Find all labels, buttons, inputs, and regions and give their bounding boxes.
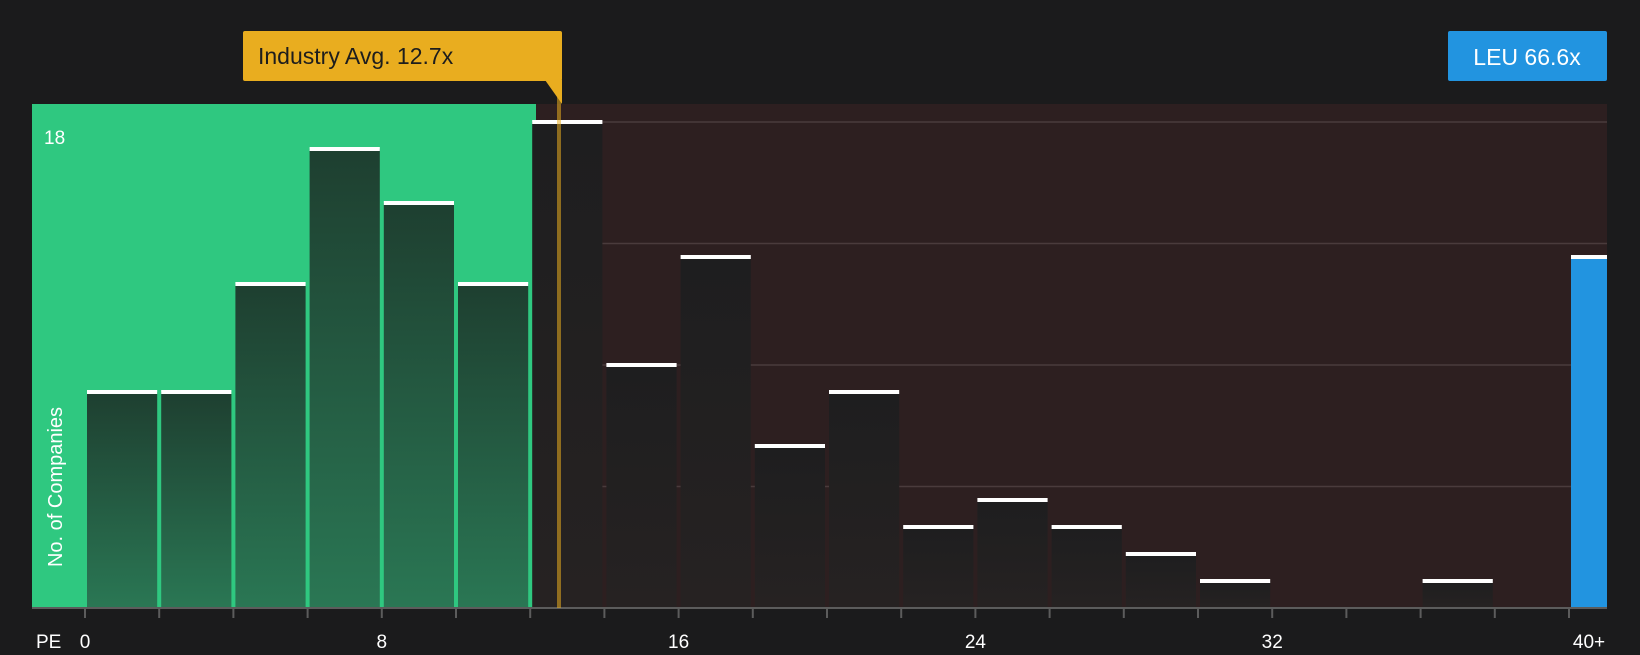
histogram-bar xyxy=(87,392,158,608)
x-tick-label: 0 xyxy=(80,632,91,650)
x-tick-label: 8 xyxy=(377,632,388,650)
industry-average-line xyxy=(557,80,561,608)
histogram-bar-cap xyxy=(977,498,1048,502)
x-ticks xyxy=(84,608,1570,618)
pe-distribution-chart: 18 No. of Companies PE 0 8 16 24 32 40+ Indus… xyxy=(0,0,1640,653)
histogram-bar xyxy=(606,365,677,608)
histogram-bar-cap xyxy=(235,282,306,286)
company-label: LEU 66.6x xyxy=(1473,44,1581,70)
chart-svg: 18 No. of Companies PE 0 8 16 24 32 40+ Indus… xyxy=(32,31,1607,653)
histogram-bar-cap xyxy=(161,390,232,394)
company-bar-cap xyxy=(1571,255,1607,259)
x-tick-label: 40+ xyxy=(1573,632,1605,650)
histogram-bar-cap xyxy=(680,255,751,259)
histogram-bar xyxy=(458,284,529,608)
industry-average-label: Industry Avg. 12.7x xyxy=(258,43,454,69)
histogram-bar-cap xyxy=(754,444,825,448)
histogram-bar xyxy=(754,446,825,608)
y-axis-label: No. of Companies xyxy=(45,407,67,567)
histogram-bar-cap xyxy=(309,147,380,151)
histogram-bar xyxy=(977,500,1048,608)
x-tick-label: 32 xyxy=(1262,632,1283,650)
histogram-bar xyxy=(680,257,751,608)
industry-average-pointer xyxy=(545,80,562,104)
x-axis-label: PE xyxy=(36,632,61,650)
histogram-bar xyxy=(161,392,232,608)
histogram-bar xyxy=(309,149,380,608)
company-marker: LEU 66.6x xyxy=(1448,31,1607,81)
histogram-bar xyxy=(1125,554,1196,608)
histogram-bar xyxy=(1422,581,1493,608)
histogram-bar-cap xyxy=(1200,579,1271,583)
y-tick-label: 18 xyxy=(44,128,65,149)
histogram-bar-cap xyxy=(829,390,900,394)
histogram-bar xyxy=(903,527,974,608)
histogram-bar-cap xyxy=(383,201,454,205)
x-tick-labels: 0 8 16 24 32 40+ xyxy=(80,632,1605,653)
histogram-bar xyxy=(829,392,900,608)
histogram-bar-cap xyxy=(1422,579,1493,583)
histogram-bar xyxy=(532,122,603,608)
histogram-bar xyxy=(1051,527,1122,608)
company-bar xyxy=(1571,257,1607,608)
histogram-bar xyxy=(235,284,306,608)
histogram-bar-cap xyxy=(532,120,603,124)
x-tick-label: 16 xyxy=(668,632,689,650)
histogram-bar-cap xyxy=(87,390,158,394)
histogram-bar-cap xyxy=(1051,525,1122,529)
histogram-bar xyxy=(383,203,454,608)
histogram-bar-cap xyxy=(1125,552,1196,556)
x-tick-label: 24 xyxy=(965,632,987,650)
histogram-bar-cap xyxy=(903,525,974,529)
histogram-bar-cap xyxy=(458,282,529,286)
histogram-bar xyxy=(1200,581,1271,608)
histogram-bar-cap xyxy=(606,363,677,367)
